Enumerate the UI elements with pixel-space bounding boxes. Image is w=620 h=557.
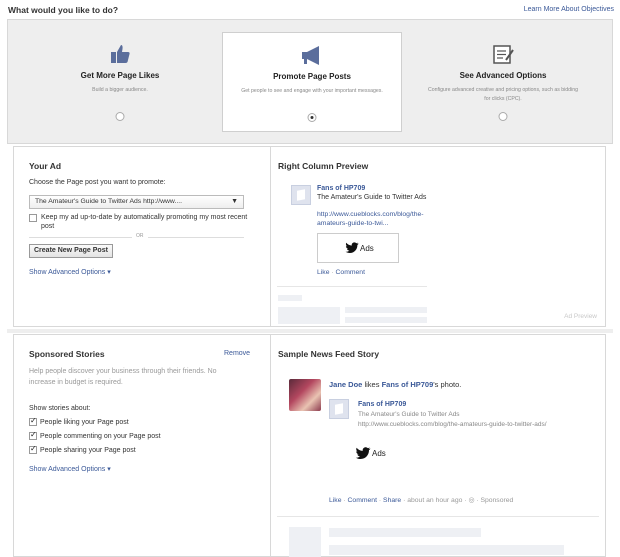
ads-label: Ads [372,449,386,458]
ad-post-title: The Amateur's Guide to Twitter Ads [317,194,427,201]
ad-image: Ads [317,233,399,263]
objective-title: Get More Page Likes [80,71,160,80]
liking-checkbox[interactable] [29,416,37,426]
thumbs-up-icon [111,45,130,63]
story-option-sharing[interactable]: People sharing your Page post [29,444,136,454]
sharing-checkbox[interactable] [29,444,37,454]
like-link[interactable]: Like [329,497,341,504]
show-advanced-options-link[interactable]: Show Advanced Options ▾ [29,268,111,276]
objective-description: Get people to see and engage with your i… [241,88,383,94]
ad-page-name-link[interactable]: Fans of HP709 [317,185,365,192]
like-link[interactable]: Like [317,269,329,276]
comment-link[interactable]: Comment [336,269,365,276]
ad-url-link[interactable]: http://www.cueblocks.com/blog/the-amateu… [317,211,429,228]
comment-link[interactable]: Comment [348,497,377,504]
story-separator [277,516,599,517]
learn-more-link[interactable]: Learn More About Objectives [524,6,614,13]
post-select-value: The Amateur's Guide to Twitter Ads http:… [35,198,182,205]
caret-down-icon: ▾ [107,269,111,276]
placeholder-bar [329,545,564,555]
placeholder-bar [345,307,427,313]
photo-text: 's photo. [433,380,462,389]
likes-text: likes [364,380,380,389]
objective-radio[interactable] [115,112,125,121]
placeholder-bar [329,528,481,537]
objective-description: Configure advanced creative and pricing … [428,87,578,102]
choose-post-label: Choose the Page post you want to promote… [29,179,166,186]
story-option-label: People commenting on your Page post [40,432,161,440]
timestamp: about an hour ago [407,497,463,504]
remove-sponsored-stories-link[interactable]: Remove [224,350,250,357]
objectives-strip: Get More Page Likes Build a bigger audie… [7,19,613,144]
right-column-preview-panel: Right Column Preview Fans of HP709 The A… [270,146,606,327]
advanced-options-label: Show Advanced Options [29,269,106,276]
objective-advanced-options[interactable]: See Advanced Options Configure advanced … [413,32,593,132]
commenting-checkbox[interactable] [29,430,37,440]
twitter-bird-icon [355,447,371,460]
globe-icon: ◎ [468,497,475,504]
post-description: The Amateur's Guide to Twitter Ads [358,411,460,418]
twitter-ads-logo: Ads [355,447,386,460]
your-ad-panel: Your Ad Choose the Page post you want to… [13,146,271,327]
sponsored-stories-description: Help people discover your business throu… [29,368,217,386]
objective-promote-posts[interactable]: Promote Page Posts Get people to see and… [222,32,402,132]
ads-label: Ads [360,243,374,253]
page-thumbnail-image [329,399,349,419]
twitter-ads-logo: Ads [345,242,374,254]
right-column-heading: Right Column Preview [278,161,369,171]
preview-separator [277,286,427,287]
objective-title: See Advanced Options [459,71,547,80]
caret-down-icon: ▾ [107,466,111,473]
keep-updated-label: Keep my ad up-to-date by automatically p… [41,214,248,230]
keep-updated-checkbox[interactable] [29,214,37,222]
objective-title: Promote Page Posts [273,72,351,81]
post-select-dropdown[interactable]: The Amateur's Guide to Twitter Ads http:… [29,195,244,209]
objective-description: Build a bigger audience. [92,87,148,93]
or-label: OR [132,233,148,239]
show-stories-about-label: Show stories about: [29,405,91,412]
news-feed-heading: Sample News Feed Story [278,349,380,359]
ad-actions: Like · Comment [317,269,365,276]
sponsored-stories-panel: Sponsored Stories Remove Help people dis… [13,334,271,557]
avatar [289,379,321,411]
your-ad-heading: Your Ad [29,161,62,171]
sponsored-stories-heading: Sponsored Stories [29,349,105,359]
story-actions: Like · Comment · Share · about an hour a… [329,496,513,504]
section-divider [7,329,613,333]
page-question-heading: What would you like to do? [8,5,119,15]
ad-preview-label: Ad Preview [564,313,597,320]
objective-page-likes[interactable]: Get More Page Likes Build a bigger audie… [30,32,210,132]
sponsored-label: Sponsored [480,497,514,504]
story-option-liking[interactable]: People liking your Page post [29,416,129,426]
page-thumbnail-image [291,185,311,205]
twitter-bird-icon [345,242,359,253]
objective-radio[interactable] [498,112,508,121]
placeholder-avatar [289,527,321,557]
create-page-post-button[interactable]: Create New Page Post [29,244,113,258]
story-option-label: People liking your Page post [40,418,129,426]
show-advanced-options-link[interactable]: Show Advanced Options ▾ [29,465,111,473]
story-option-commenting[interactable]: People commenting on your Page post [29,430,161,440]
post-page-link[interactable]: Fans of HP709 [358,401,406,408]
placeholder-block [278,307,340,324]
page-name-link[interactable]: Fans of HP709 [382,380,434,389]
news-feed-preview-panel: Sample News Feed Story Jane Doe likes Fa… [270,334,606,557]
dropdown-arrow-icon: ▼ [231,198,238,205]
story-headline: Jane Doe likes Fans of HP709's photo. [329,380,461,389]
advanced-options-label: Show Advanced Options [29,466,106,473]
share-link[interactable]: Share [383,497,401,504]
user-name-link[interactable]: Jane Doe [329,380,362,389]
clipboard-icon [493,45,514,64]
objective-radio-selected[interactable] [307,113,317,122]
placeholder-bar [278,295,302,301]
placeholder-bar [345,317,427,323]
post-url: http://www.cueblocks.com/blog/the-amateu… [358,421,547,428]
megaphone-icon [302,46,319,65]
story-option-label: People sharing your Page post [40,446,136,454]
